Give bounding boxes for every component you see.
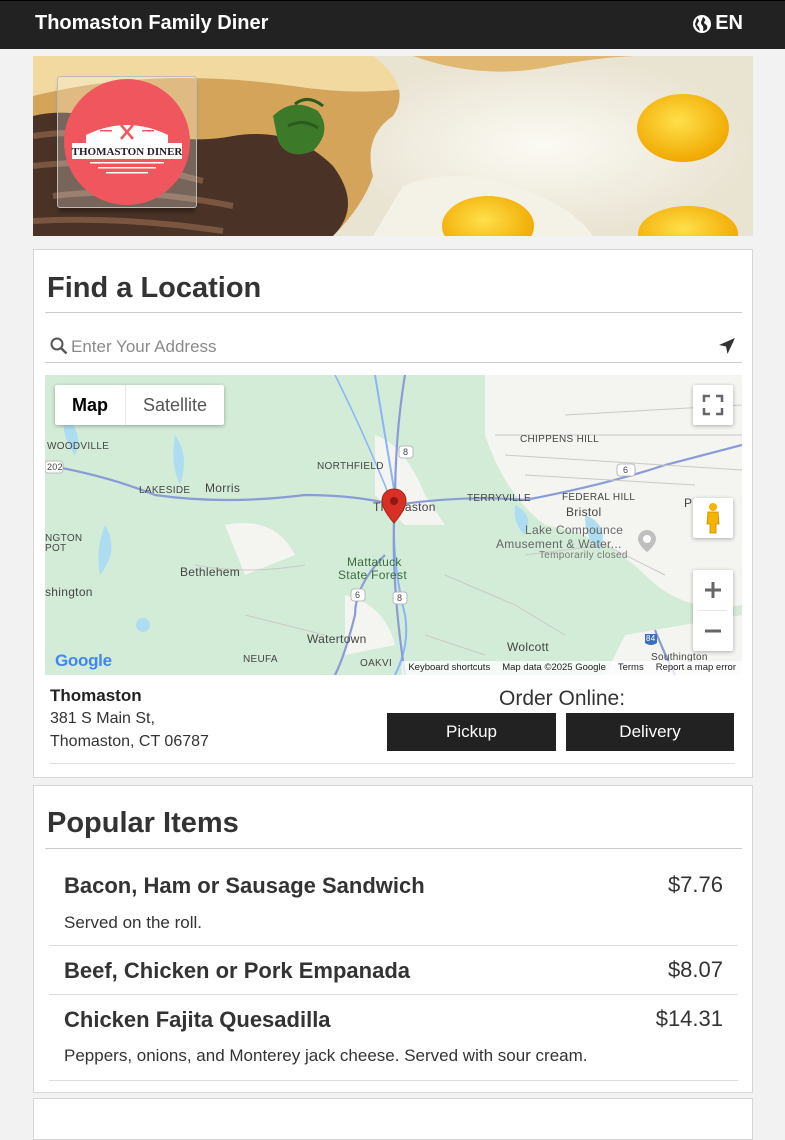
locate-arrow-icon[interactable] [718,337,736,355]
divider [49,1080,738,1081]
top-navbar: Thomaston Family Diner EN [0,0,785,49]
map-place-label: WOODVILLE [47,441,110,452]
map-place-label: Bristol [566,505,602,519]
map-place-label: Amusement & Water... [496,537,622,551]
map-place-label: FEDERAL HILL [562,492,636,503]
menu-item[interactable]: Beef, Chicken or Pork Empanada $8.07 [49,946,738,994]
pegman-icon [706,503,720,534]
map-place-label: POT [45,543,67,554]
restaurant-logo: THOMASTON DINER [57,76,197,208]
globe-icon [693,14,712,33]
fullscreen-button[interactable] [693,385,733,425]
menu-item[interactable]: Chicken Fajita Quesadilla $14.31 Peppers… [49,995,738,1080]
zoom-controls [693,570,733,651]
menu-item-name: Beef, Chicken or Pork Empanada [64,958,410,983]
terms-link[interactable]: Terms [618,661,644,675]
road-shield-label: 6 [355,590,361,600]
store-name: Thomaston [50,686,142,705]
map-place-label: NEUFA [243,654,278,665]
map-type-map-button[interactable]: Map [55,385,126,425]
menu-item-price: $7.76 [667,872,723,897]
address-input[interactable] [69,332,713,362]
map-type-toggle: Map Satellite [55,385,225,425]
google-logo[interactable]: Google [55,651,112,671]
site-title[interactable]: Thomaston Family Diner [35,12,268,35]
divider [45,312,742,313]
map-place-label: Temporarily closed [539,550,628,561]
road-shield-label: 8 [403,447,409,457]
keyboard-shortcuts-link[interactable]: Keyboard shortcuts [408,661,490,675]
address-search [45,332,742,362]
menu-item-name: Bacon, Ham or Sausage Sandwich [64,873,425,898]
poi-icon [638,530,656,552]
road-shield-label: 202 [47,462,63,472]
delivery-button[interactable]: Delivery [566,713,734,751]
diner-logo-image: THOMASTON DINER [64,79,190,205]
menu-item-price: $8.07 [667,957,723,982]
location-map[interactable]: WOODVILLE NORTHFIELD CHIPPENS HILL LAKES… [45,375,742,675]
menu-item-description: Peppers, onions, and Monterey jack chees… [64,1046,588,1065]
language-code: EN [715,12,743,34]
menu-item-name: Chicken Fajita Quesadilla [64,1007,331,1032]
report-map-error-link[interactable]: Report a map error [656,661,736,675]
store-address-line2: Thomaston, CT 06787 [50,733,209,750]
divider [50,763,735,764]
map-place-label: OAKVI [360,658,393,669]
map-place-label: State Forest [338,568,407,582]
zoom-out-button[interactable] [693,611,733,651]
popular-items-section: Popular Items Bacon, Ham or Sausage Sand… [33,785,753,1093]
logo-text: THOMASTON DINER [72,146,184,158]
road-shield-label: 6 [623,465,629,475]
map-data-credit: Map data ©2025 Google [502,662,606,673]
find-location-heading: Find a Location [47,272,262,304]
map-place-label: LAKESIDE [139,485,191,496]
map-place-label: shington [45,585,93,599]
divider [45,848,742,849]
map-place-label: Mattatuck [347,555,402,569]
search-icon [50,337,68,355]
map-place-label: TERRYVILLE [467,493,531,504]
popular-items-heading: Popular Items [47,807,239,839]
menu-item[interactable]: Bacon, Ham or Sausage Sandwich $7.76 Ser… [49,856,738,946]
menu-item-price: $14.31 [655,1006,723,1031]
road-shield-label: 84 [646,634,656,643]
fullscreen-icon [702,394,724,416]
divider [45,362,742,363]
road-shield-label: 8 [397,593,403,603]
map-place-label: CHIPPENS HILL [520,434,599,445]
order-online-label: Order Online: [499,687,626,710]
language-selector[interactable]: EN [692,12,743,35]
map-place-label: Bethlehem [180,565,241,579]
zoom-in-button[interactable] [693,570,733,610]
map-place-label: Morris [205,481,241,495]
next-section [33,1098,753,1140]
pickup-button[interactable]: Pickup [387,713,556,751]
find-location-section: Find a Location Enter Your Address WOODV… [33,249,753,778]
map-place-label: NORTHFIELD [317,461,384,472]
location-pin-icon[interactable] [381,488,407,524]
street-view-pegman[interactable] [693,498,733,538]
minus-icon [705,629,721,633]
map-place-label: Watertown [307,632,367,646]
map-place-label: Lake Compounce [525,523,624,537]
plus-icon [705,582,721,598]
map-place-label: Wolcott [507,640,549,654]
store-address-line1: 381 S Main St, [50,710,155,727]
menu-item-description: Served on the roll. [64,913,202,932]
map-type-satellite-button[interactable]: Satellite [126,385,224,425]
map-footer: Keyboard shortcuts Map data ©2025 Google… [402,661,742,675]
